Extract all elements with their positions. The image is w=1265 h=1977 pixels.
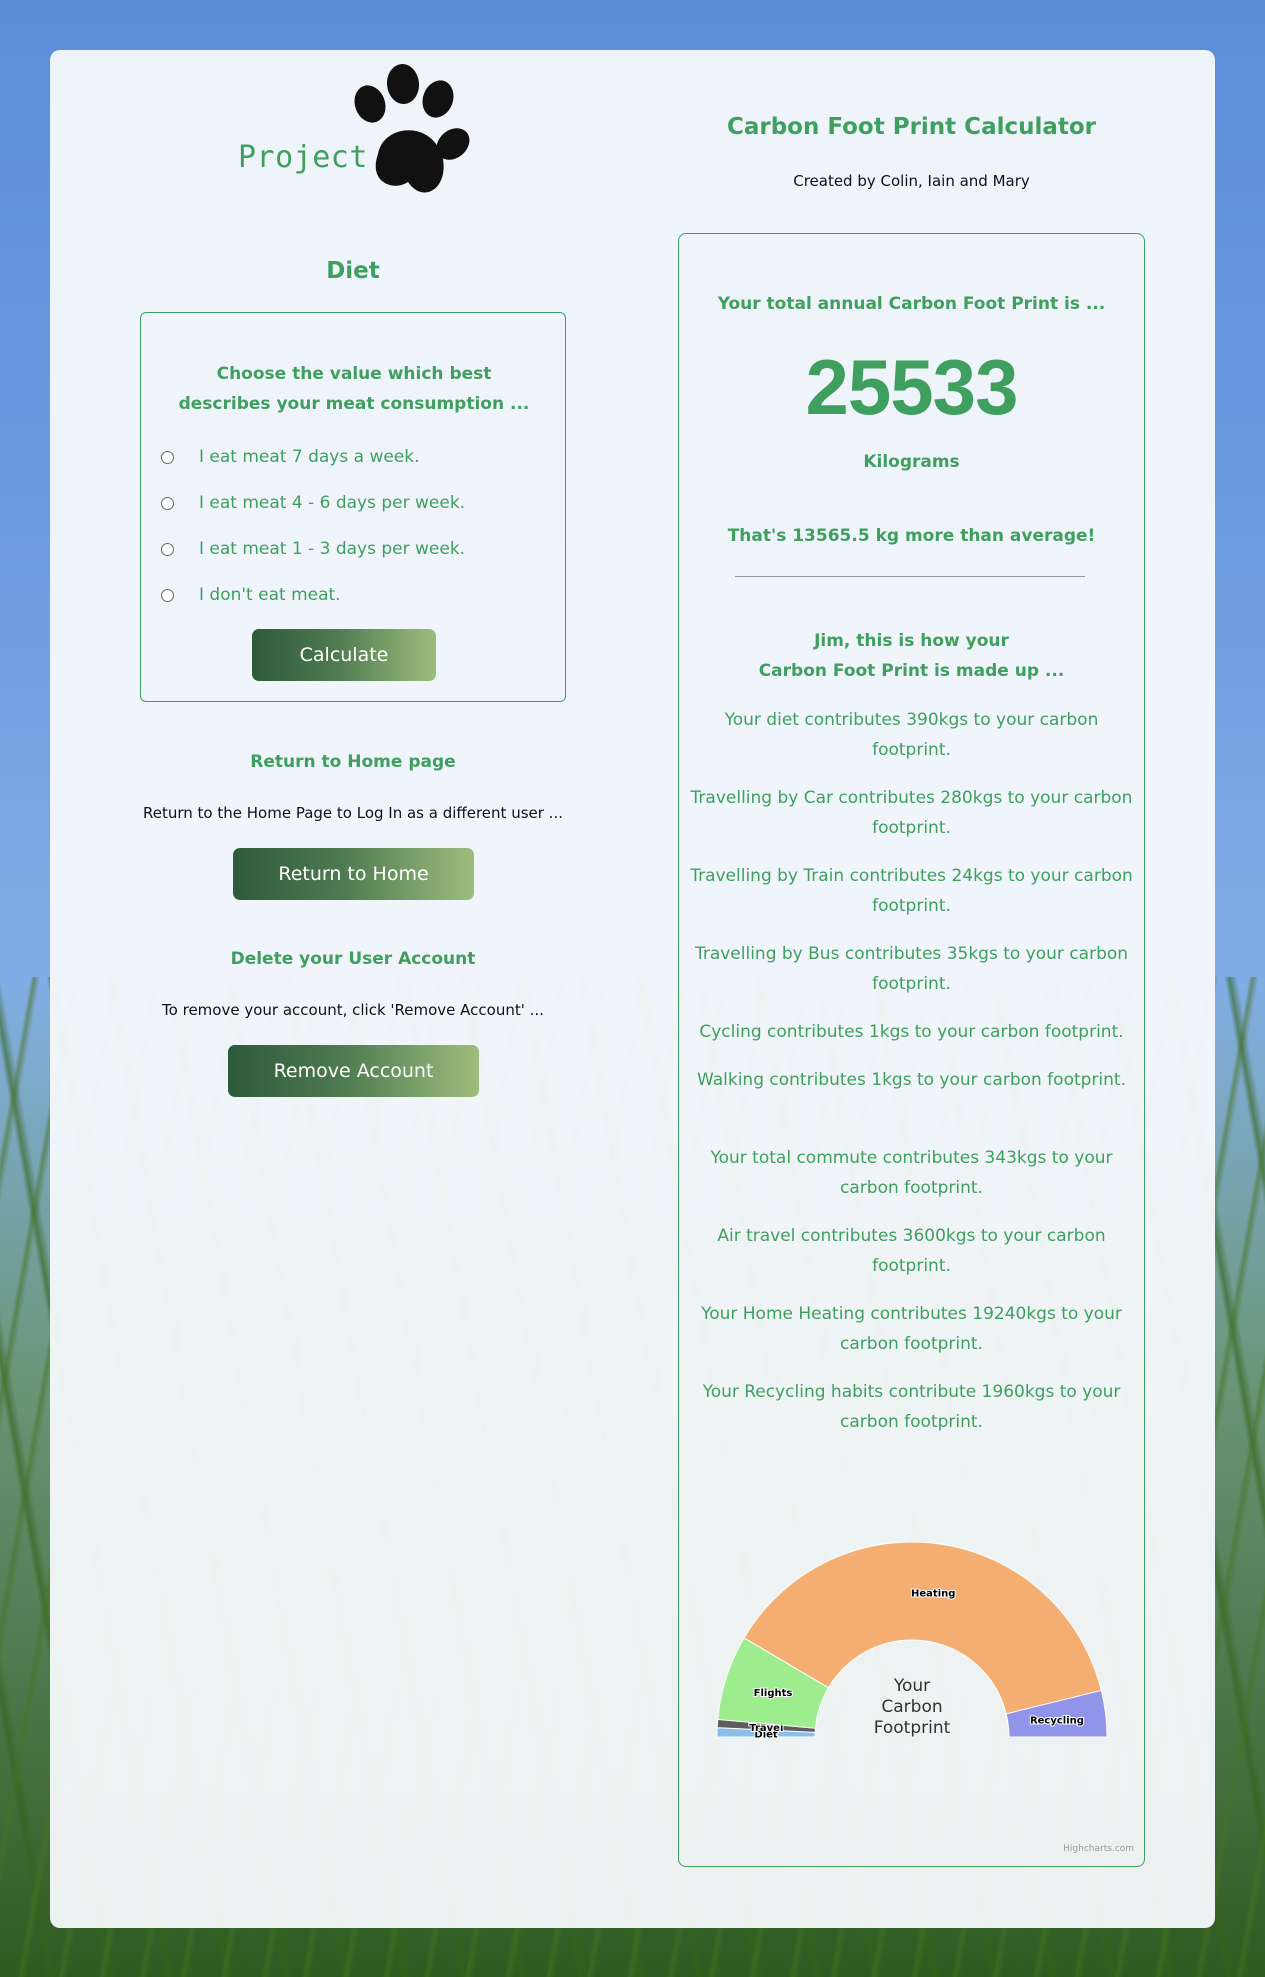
radio-button[interactable] (161, 450, 174, 464)
remove-account-button[interactable]: Remove Account (228, 1045, 479, 1097)
diet-option-1-3-days[interactable]: I eat meat 1 - 3 days per week. (161, 537, 465, 561)
delete-section-text: To remove your account, click 'Remove Ac… (162, 1001, 544, 1019)
results-panel: Your total annual Carbon Foot Print is .… (678, 233, 1145, 1867)
diet-option-label: I eat meat 7 days a week. (199, 447, 420, 467)
home-section-title: Return to Home page (250, 752, 456, 772)
home-section-text: Return to the Home Page to Log In as a d… (143, 804, 563, 822)
diet-form: Choose the value which best describes yo… (140, 312, 566, 702)
radio-button[interactable] (161, 542, 174, 556)
carbon-footprint-donut-chart: DietTravelFlightsHeatingRecyclingYourCar… (716, 1541, 1108, 1741)
donut-label-heating: Heating (911, 1589, 955, 1600)
page-title: Carbon Foot Print Calculator (726, 114, 1097, 140)
donut-label-recycling: Recycling (1030, 1715, 1084, 1726)
diet-option-no-meat[interactable]: I don't eat meat. (161, 583, 341, 607)
diet-title: Diet (326, 258, 380, 284)
paw-print-icon (354, 64, 470, 193)
diet-option-label: I eat meat 4 - 6 days per week. (199, 493, 466, 513)
calculate-button[interactable]: Calculate (252, 629, 436, 681)
return-home-button[interactable]: Return to Home (233, 848, 474, 900)
diet-question: Choose the value which best describes yo… (178, 364, 530, 414)
donut-center-label: Carbon (881, 1697, 942, 1717)
donut-center-label: Your (893, 1676, 930, 1696)
delete-section-title: Delete your User Account (230, 949, 476, 969)
credits-text: Created by Colin, Iain and Mary (793, 172, 1030, 190)
diet-option-7-days[interactable]: I eat meat 7 days a week. (161, 445, 420, 469)
diet-option-label: I eat meat 1 - 3 days per week. (199, 539, 466, 559)
chart-credit[interactable]: Highcharts.com (1063, 1844, 1134, 1854)
donut-label-flights: Flights (754, 1688, 793, 1699)
donut-center-label: Footprint (874, 1718, 951, 1738)
diet-option-label: I don't eat meat. (199, 585, 341, 605)
diet-option-4-6-days[interactable]: I eat meat 4 - 6 days per week. (161, 491, 465, 515)
radio-button[interactable] (161, 588, 174, 602)
logo: Project CO2 (238, 64, 478, 204)
radio-button[interactable] (161, 496, 174, 510)
